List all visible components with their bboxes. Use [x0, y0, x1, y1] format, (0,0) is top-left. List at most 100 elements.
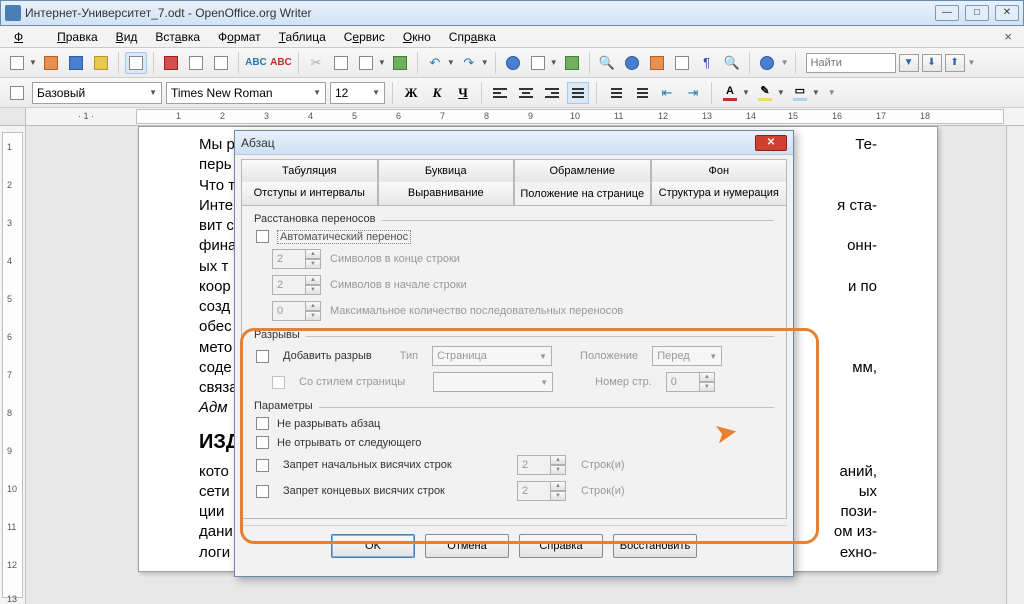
- search-input[interactable]: [806, 53, 896, 73]
- table-button[interactable]: ▼: [527, 52, 558, 74]
- align-left-button[interactable]: [489, 82, 511, 104]
- hyperlink-button[interactable]: [502, 52, 524, 74]
- widow-label[interactable]: Запрет концевых висячих строк: [283, 485, 503, 497]
- tab-tabulation[interactable]: Табуляция: [241, 159, 378, 182]
- nonprint-button[interactable]: ¶: [696, 52, 718, 74]
- window-title: Интернет-Университет_7.odt - OpenOffice.…: [25, 6, 935, 20]
- search-dropdown[interactable]: ▼: [899, 54, 919, 72]
- spellcheck-button[interactable]: ABC: [245, 52, 267, 74]
- gallery-button[interactable]: [646, 52, 668, 74]
- font-name-combo[interactable]: Times New Roman▼: [166, 82, 326, 104]
- orphan-checkbox[interactable]: [256, 459, 269, 472]
- reset-button[interactable]: Восстановить: [613, 534, 697, 558]
- font-color-button[interactable]: A▼: [719, 82, 750, 104]
- cancel-button[interactable]: Отмена: [425, 534, 509, 558]
- orphan-spinner[interactable]: ▲▼: [517, 455, 567, 475]
- align-justify-button[interactable]: [567, 82, 589, 104]
- undo-button[interactable]: ↶▼: [424, 52, 455, 74]
- page-style-select: ▼: [433, 372, 553, 392]
- maximize-button[interactable]: □: [965, 5, 989, 21]
- autospell-button[interactable]: ABC: [270, 52, 292, 74]
- orphan-label[interactable]: Запрет начальных висячих строк: [283, 459, 503, 471]
- italic-button[interactable]: К: [426, 82, 448, 104]
- font-size-combo[interactable]: 12▼: [330, 82, 385, 104]
- keep-together-checkbox[interactable]: [256, 417, 269, 430]
- align-right-button[interactable]: [541, 82, 563, 104]
- menu-doc-close[interactable]: ×: [998, 29, 1018, 44]
- break-type-select[interactable]: Страница▼: [432, 346, 552, 366]
- help-button[interactable]: [756, 52, 778, 74]
- menu-file[interactable]: Ф: [6, 28, 47, 46]
- max-hyphens-spinner[interactable]: ▲▼: [272, 301, 322, 321]
- menu-help[interactable]: Справка: [441, 28, 504, 46]
- preview-button[interactable]: [210, 52, 232, 74]
- decrease-indent-button[interactable]: ⇤: [656, 82, 678, 104]
- navigator-button[interactable]: [621, 52, 643, 74]
- widow-spinner[interactable]: ▲▼: [517, 481, 567, 501]
- new-button[interactable]: ▼: [6, 52, 37, 74]
- insert-break-label[interactable]: Добавить разрыв: [283, 350, 372, 362]
- underline-button[interactable]: Ч: [452, 82, 474, 104]
- align-center-button[interactable]: [515, 82, 537, 104]
- auto-hyphen-checkbox[interactable]: [256, 230, 269, 243]
- menu-table[interactable]: Таблица: [271, 28, 334, 46]
- horizontal-ruler[interactable]: · 1 · 1 2 3 4 5 6 7 8 9 10 11 12 13 14 1…: [0, 108, 1024, 126]
- vertical-ruler[interactable]: 1 2 3 4 5 6 7 8 9 10 11 12 13: [0, 126, 26, 604]
- styles-button[interactable]: [6, 82, 28, 104]
- clone-format-button[interactable]: [389, 52, 411, 74]
- open-button[interactable]: [40, 52, 62, 74]
- breaks-legend: Разрывы: [254, 329, 306, 341]
- tab-alignment[interactable]: Выравнивание: [378, 182, 515, 206]
- tab-textflow[interactable]: Положение на странице: [514, 182, 651, 206]
- break-position-select[interactable]: Перед▼: [652, 346, 722, 366]
- tab-dropcaps[interactable]: Буквица: [378, 159, 515, 182]
- close-button[interactable]: ✕: [995, 5, 1019, 21]
- widow-checkbox[interactable]: [256, 485, 269, 498]
- bold-button[interactable]: Ж: [400, 82, 422, 104]
- menu-window[interactable]: Окно: [395, 28, 439, 46]
- hyphenation-legend: Расстановка переносов: [254, 213, 381, 225]
- highlight-button[interactable]: ✎▼: [754, 82, 785, 104]
- find-button[interactable]: 🔍: [596, 52, 618, 74]
- menu-edit[interactable]: Правка: [49, 28, 106, 46]
- ok-button[interactable]: OK: [331, 534, 415, 558]
- bg-color-button[interactable]: ▭▼: [789, 82, 820, 104]
- numbering-button[interactable]: [604, 82, 626, 104]
- tab-outline[interactable]: Структура и нумерация: [651, 182, 788, 206]
- tab-indents[interactable]: Отступы и интервалы: [241, 182, 378, 206]
- redo-button[interactable]: ↷▼: [458, 52, 489, 74]
- bullets-button[interactable]: [630, 82, 652, 104]
- dialog-close-button[interactable]: ✕: [755, 135, 787, 151]
- tab-background[interactable]: Фон: [651, 159, 788, 182]
- keep-with-next-label[interactable]: Не отрывать от следующего: [277, 437, 421, 449]
- copy-button[interactable]: [330, 52, 352, 74]
- datasources-button[interactable]: [671, 52, 693, 74]
- increase-indent-button[interactable]: ⇥: [682, 82, 704, 104]
- vertical-scrollbar[interactable]: [1006, 126, 1024, 604]
- help-button[interactable]: Справка: [519, 534, 603, 558]
- menu-format[interactable]: Формат: [210, 28, 269, 46]
- search-next[interactable]: ⬇: [922, 54, 942, 72]
- save-button[interactable]: [65, 52, 87, 74]
- keep-together-label[interactable]: Не разрывать абзац: [277, 418, 380, 430]
- keep-with-next-checkbox[interactable]: [256, 436, 269, 449]
- edit-doc-button[interactable]: [125, 52, 147, 74]
- cut-button[interactable]: ✂: [305, 52, 327, 74]
- email-button[interactable]: [90, 52, 112, 74]
- pdf-button[interactable]: [160, 52, 182, 74]
- zoom-button[interactable]: 🔍: [721, 52, 743, 74]
- menu-tools[interactable]: Сервис: [336, 28, 393, 46]
- print-button[interactable]: [185, 52, 207, 74]
- chars-end-spinner[interactable]: ▲▼: [272, 249, 322, 269]
- menu-insert[interactable]: Вставка: [147, 28, 208, 46]
- paste-button[interactable]: ▼: [355, 52, 386, 74]
- chars-start-spinner[interactable]: ▲▼: [272, 275, 322, 295]
- menu-view[interactable]: Вид: [108, 28, 146, 46]
- show-draw-button[interactable]: [561, 52, 583, 74]
- auto-hyphen-label[interactable]: Автоматический перенос: [277, 231, 411, 243]
- minimize-button[interactable]: —: [935, 5, 959, 21]
- insert-break-checkbox[interactable]: [256, 350, 269, 363]
- paragraph-style-combo[interactable]: Базовый▼: [32, 82, 162, 104]
- search-prev[interactable]: ⬆: [945, 54, 965, 72]
- tab-borders[interactable]: Обрамление: [514, 159, 651, 182]
